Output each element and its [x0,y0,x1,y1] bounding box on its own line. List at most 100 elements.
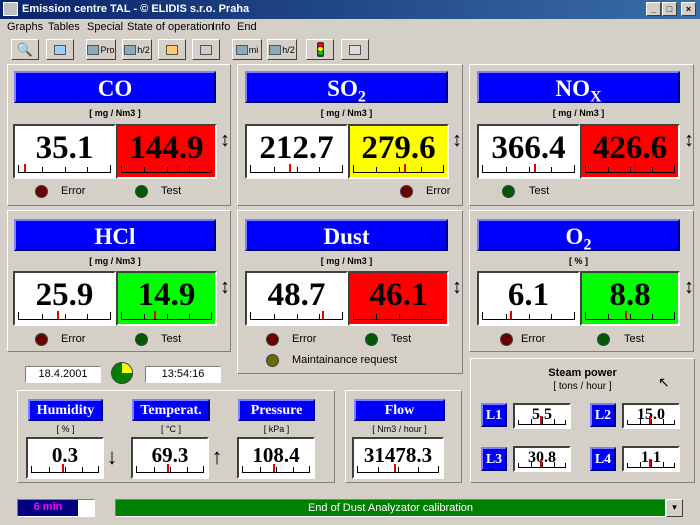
o2-limit: 8.8 [609,277,651,313]
date-display: 18.4.2001 [25,366,101,383]
o2-test-label: Test [624,333,645,345]
humidity-value: 0.3 [51,443,79,467]
dust-error-led [266,333,279,346]
export-button[interactable] [158,39,186,60]
nox-value-box: 366.4 [477,124,580,179]
flow-value-box: 31478.3 [352,437,444,479]
so2-unit: [ mg / Nm3 ] [320,108,373,118]
half-hour-values-button[interactable]: h/2 [267,39,297,60]
print-button[interactable] [341,39,369,60]
status-dropdown-button[interactable]: ▼ [666,499,683,517]
dust-unit: [ mg / Nm3 ] [320,256,373,266]
co-title: CO [14,71,216,103]
nox-sub: X [589,88,602,106]
menu-end[interactable]: End [237,21,257,33]
protocol-button[interactable]: Pro [86,39,116,60]
so2-error-led [400,185,413,198]
toolbar: 🔍 Pro h/2 mi h/2 [0,37,700,61]
time-display: 13:54:16 [145,366,221,383]
steam-line-4-button[interactable]: L4 [590,447,616,471]
humidity-trend-icon: ↓ [106,444,118,469]
clock-icon [111,362,133,384]
interval-label: 6 min [33,501,63,513]
menu-tables[interactable]: Tables [48,21,80,33]
dust-value: 48.7 [267,277,326,313]
menu-bar: Graphs Tables Special State of operation… [0,19,700,36]
dust-title: Dust [245,219,448,251]
temperature-title: Temperat. [132,399,210,421]
traffic-light-icon [316,42,324,57]
hcl-title: HCl [14,219,216,251]
dust-limit-box: 46.1 [348,271,449,326]
table-icon [235,44,248,55]
dust-test-led [365,333,378,346]
interval-indicator[interactable]: 6 min [17,499,95,517]
so2-value: 212.7 [259,130,334,166]
nox-unit: [ mg / Nm3 ] [552,108,605,118]
chevron-down-icon: ▼ [670,503,679,512]
o2-value-box: 6.1 [477,271,580,326]
traffic-light-button[interactable] [306,39,334,60]
o2-unit: [ % ] [569,256,588,266]
table-icon [269,44,282,55]
minute-values-button[interactable]: mi [232,39,262,60]
nox-updown-icon[interactable]: ↕ [682,130,696,150]
copy-icon [200,44,212,55]
hcl-test-label: Test [161,333,182,345]
menu-special[interactable]: Special [87,21,123,33]
menu-graphs[interactable]: Graphs [7,21,43,33]
nox-limit-box: 426.6 [580,124,680,179]
o2-title: O2 [477,219,680,254]
co-limit: 144.9 [129,130,204,166]
so2-test-led [502,185,515,198]
co-value: 35.1 [35,130,94,166]
document-icon [124,44,137,55]
menu-info[interactable]: Info [212,21,230,33]
so2-error-label: Error [426,185,451,197]
co-updown-icon[interactable]: ↕ [218,130,232,150]
o2-updown-icon[interactable]: ↕ [682,277,696,297]
half-hour-button[interactable]: h/2 [122,39,152,60]
graph-button[interactable] [46,39,74,60]
co-limit-box: 144.9 [116,124,217,179]
zoom-button[interactable]: 🔍 [11,39,39,60]
dust-maintenance-label: Maintainance request [292,354,398,366]
minimize-button[interactable]: _ [646,2,661,16]
temperature-value: 69.3 [151,443,189,467]
menu-state-of-operation[interactable]: State of operation [127,21,214,33]
hand-icon [166,44,178,55]
o2-sub: 2 [583,236,592,254]
co-test-led [135,185,148,198]
nox-value: 366.4 [491,130,566,166]
o2-test-led [597,333,610,346]
flow-value: 31478.3 [363,443,433,467]
steam-line-2-box: 15.0 [622,403,680,429]
steam-line-3-button[interactable]: L3 [481,447,507,471]
temperature-value-box: 69.3 [131,437,209,479]
flow-title: Flow [354,399,445,421]
pressure-unit: [ kPa ] [263,424,290,434]
close-button[interactable]: × [681,2,696,16]
dust-updown-icon[interactable]: ↕ [450,277,464,297]
so2-value-box: 212.7 [245,124,348,179]
printer-icon [349,44,361,55]
so2-updown-icon[interactable]: ↕ [450,130,464,150]
humidity-unit: [ % ] [56,424,75,434]
status-message-bar: End of Dust Analyzator calibration [115,499,666,517]
steam-line-1-button[interactable]: L1 [481,403,507,427]
protocol-label: Pro [100,44,115,55]
status-message: End of Dust Analyzator calibration [307,502,474,514]
chart-icon [54,44,66,55]
dust-error-label: Error [292,333,317,345]
hcl-updown-icon[interactable]: ↕ [218,277,232,297]
hcl-error-led [35,333,48,346]
copy-button[interactable] [192,39,220,60]
pressure-title: Pressure [238,399,315,421]
steam-line-2-button[interactable]: L2 [590,403,616,427]
hcl-test-led [135,333,148,346]
o2-error-label: Error [521,333,546,345]
flow-unit: [ Nm3 / hour ] [372,424,427,434]
hcl-value: 25.9 [35,277,94,313]
maximize-button[interactable]: □ [662,2,677,16]
nox-title: NOX [477,71,680,106]
